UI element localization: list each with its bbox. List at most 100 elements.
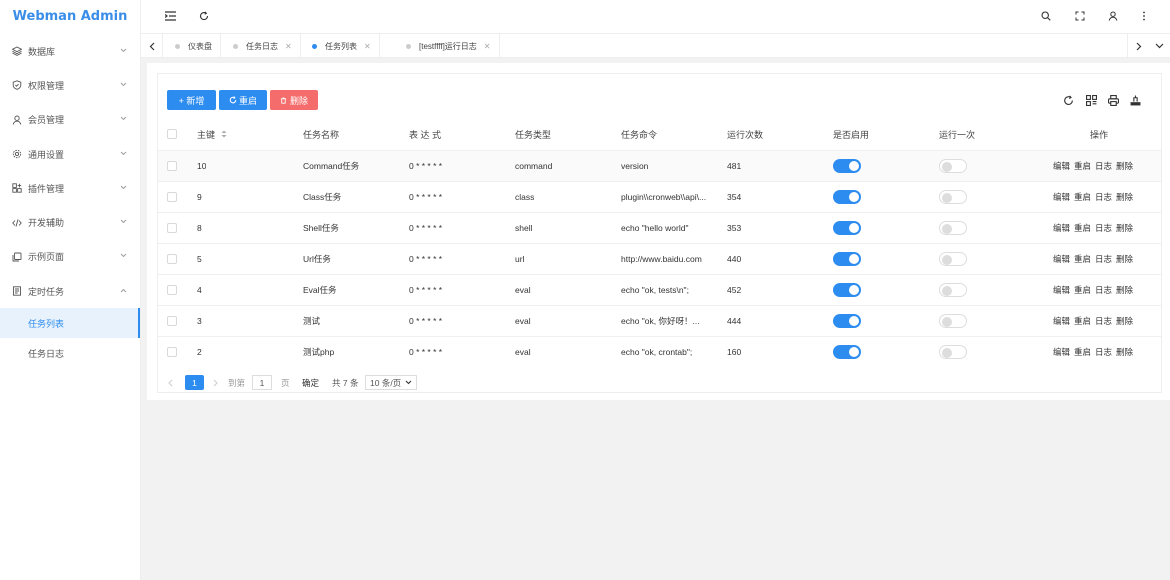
row-action-log[interactable]: 日志	[1095, 284, 1112, 296]
tab-close-icon[interactable]: ✕	[364, 42, 371, 51]
select-all-checkbox[interactable]	[167, 129, 177, 139]
row-action-delete[interactable]: 删除	[1116, 191, 1133, 203]
sidebar-item[interactable]: 权限管理	[0, 68, 140, 102]
app-logo[interactable]: Webman Admin	[0, 0, 140, 34]
enabled-toggle[interactable]	[833, 283, 861, 297]
row-checkbox[interactable]	[167, 223, 177, 233]
tab-item[interactable]: 任务日志 ✕	[221, 34, 301, 58]
tab-scroll-left-icon[interactable]	[141, 34, 163, 58]
tab-item[interactable]: 仪表盘	[163, 34, 221, 58]
page-size-select[interactable]: 10 条/页	[365, 375, 418, 390]
refresh-icon[interactable]	[197, 9, 211, 23]
row-checkbox[interactable]	[167, 347, 177, 357]
user-icon[interactable]	[1106, 9, 1120, 23]
table-row[interactable]: 9 Class任务 0 * * * * * class plugin\\cronweb\…	[158, 181, 1161, 212]
enabled-toggle[interactable]	[833, 314, 861, 328]
sidebar-item[interactable]: 定时任务	[0, 274, 140, 308]
delete-button[interactable]: 删除	[270, 90, 318, 110]
row-action-restart[interactable]: 重启	[1074, 191, 1091, 203]
row-action-edit[interactable]: 编辑	[1053, 284, 1070, 296]
next-page-icon[interactable]	[213, 375, 218, 390]
row-action-delete[interactable]: 删除	[1116, 346, 1133, 358]
tab-close-icon[interactable]: ✕	[285, 42, 292, 51]
run-once-toggle[interactable]	[939, 283, 967, 297]
row-action-restart[interactable]: 重启	[1074, 315, 1091, 327]
fullscreen-icon[interactable]	[1073, 9, 1087, 23]
row-action-log[interactable]: 日志	[1095, 160, 1112, 172]
row-action-restart[interactable]: 重启	[1074, 222, 1091, 234]
row-action-log[interactable]: 日志	[1095, 315, 1112, 327]
sidebar-item[interactable]: 示例页面	[0, 240, 140, 274]
row-action-log[interactable]: 日志	[1095, 191, 1112, 203]
sidebar-item[interactable]: 通用设置	[0, 137, 140, 171]
run-once-toggle[interactable]	[939, 252, 967, 266]
table-row[interactable]: 8 Shell任务 0 * * * * * shell echo "hello worl…	[158, 212, 1161, 243]
enabled-toggle[interactable]	[833, 221, 861, 235]
row-action-delete[interactable]: 删除	[1116, 253, 1133, 265]
sidebar-item[interactable]: 插件管理	[0, 171, 140, 205]
row-action-delete[interactable]: 删除	[1116, 315, 1133, 327]
row-checkbox[interactable]	[167, 285, 177, 295]
table-row[interactable]: 5 Url任务 0 * * * * * url http://www.baidu.com…	[158, 243, 1161, 274]
row-action-delete[interactable]: 删除	[1116, 222, 1133, 234]
sort-icon[interactable]	[221, 130, 227, 138]
row-action-edit[interactable]: 编辑	[1053, 346, 1070, 358]
row-action-log[interactable]: 日志	[1095, 253, 1112, 265]
reset-button[interactable]: 重启	[219, 90, 267, 110]
table-row[interactable]: 3 测试 0 * * * * * eval echo "ok, 你好呀！... 444 编辑…	[158, 305, 1161, 336]
enabled-toggle[interactable]	[833, 190, 861, 204]
run-once-toggle[interactable]	[939, 314, 967, 328]
goto-page-input[interactable]: 1	[252, 375, 272, 390]
row-action-log[interactable]: 日志	[1095, 346, 1112, 358]
page-number-current[interactable]: 1	[185, 375, 204, 390]
row-checkbox[interactable]	[167, 316, 177, 326]
add-button[interactable]: + 新增	[167, 90, 216, 110]
tab-item[interactable]: [testffff]运行日志 ✕	[394, 34, 500, 58]
enabled-toggle[interactable]	[833, 159, 861, 173]
enabled-toggle[interactable]	[833, 252, 861, 266]
column-filter-icon[interactable]	[1085, 94, 1097, 106]
export-icon[interactable]	[1129, 94, 1141, 106]
row-action-edit[interactable]: 编辑	[1053, 222, 1070, 234]
row-action-delete[interactable]: 删除	[1116, 160, 1133, 172]
run-once-toggle[interactable]	[939, 190, 967, 204]
row-checkbox[interactable]	[167, 192, 177, 202]
row-checkbox[interactable]	[167, 161, 177, 171]
row-action-log[interactable]: 日志	[1095, 222, 1112, 234]
collapse-menu-icon[interactable]	[163, 9, 177, 23]
table-refresh-icon[interactable]	[1062, 94, 1074, 106]
row-action-restart[interactable]: 重启	[1074, 346, 1091, 358]
row-action-delete[interactable]: 删除	[1116, 284, 1133, 296]
tab-item[interactable]: 任务列表 ✕	[300, 34, 380, 58]
print-icon[interactable]	[1107, 94, 1119, 106]
row-action-restart[interactable]: 重启	[1074, 253, 1091, 265]
row-checkbox[interactable]	[167, 254, 177, 264]
sidebar-item[interactable]: 数据库	[0, 34, 140, 68]
run-once-toggle[interactable]	[939, 159, 967, 173]
row-action-restart[interactable]: 重启	[1074, 160, 1091, 172]
sidebar-subitem[interactable]: 任务日志	[0, 338, 140, 368]
table-row[interactable]: 10 Command任务 0 * * * * * command version 481 编…	[158, 150, 1161, 181]
tab-close-icon[interactable]: ✕	[484, 42, 491, 51]
enabled-toggle[interactable]	[833, 345, 861, 359]
column-header-id[interactable]: 主键	[197, 118, 227, 150]
row-action-edit[interactable]: 编辑	[1053, 160, 1070, 172]
tab-dropdown-icon[interactable]	[1149, 34, 1170, 58]
tab-scroll-right-icon[interactable]	[1127, 34, 1149, 58]
run-once-toggle[interactable]	[939, 345, 967, 359]
goto-confirm-button[interactable]: 确定	[302, 375, 319, 390]
sidebar-subitem[interactable]: 任务列表	[0, 308, 140, 339]
row-action-restart[interactable]: 重启	[1074, 284, 1091, 296]
row-action-edit[interactable]: 编辑	[1053, 253, 1070, 265]
prev-page-icon[interactable]	[168, 375, 173, 390]
more-vertical-icon[interactable]	[1137, 9, 1151, 23]
tab-status-dot	[312, 43, 317, 49]
table-row[interactable]: 4 Eval任务 0 * * * * * eval echo "ok, tests\n"…	[158, 274, 1161, 305]
search-icon[interactable]	[1039, 9, 1053, 23]
sidebar-item[interactable]: 开发辅助	[0, 205, 140, 239]
table-row[interactable]: 2 测试php 0 * * * * * eval echo "ok, crontab";…	[158, 336, 1161, 367]
row-action-edit[interactable]: 编辑	[1053, 191, 1070, 203]
sidebar-item[interactable]: 会员管理	[0, 103, 140, 137]
row-action-edit[interactable]: 编辑	[1053, 315, 1070, 327]
run-once-toggle[interactable]	[939, 221, 967, 235]
